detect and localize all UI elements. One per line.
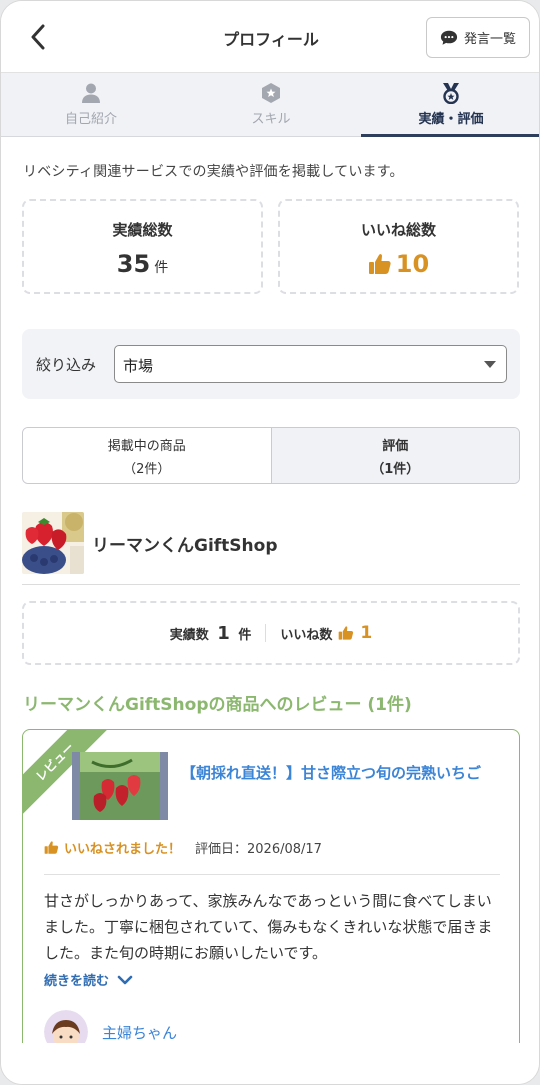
divider <box>44 874 500 875</box>
like-status-row: いいねされました！ 評価日：2026/08/17 <box>44 838 322 857</box>
filter-selected-value: 市場 <box>123 357 154 375</box>
tab-label: 実績・評価 <box>418 112 484 127</box>
filter-label: 絞り込み <box>36 356 97 374</box>
tab-achievements[interactable]: 実績・評価 <box>361 73 539 137</box>
intro-text: リベシティ関連サービスでの実績や評価を掲載しています。 <box>23 164 404 180</box>
segment-label: 掲載中の商品 <box>107 438 186 454</box>
total-achievements-label: 実績総数 <box>112 221 173 239</box>
total-achievements-unit: 件 <box>154 260 169 276</box>
shop-likes-value: 1 <box>360 623 373 643</box>
shop-thumbnail <box>22 512 84 574</box>
liked-badge: いいねされました！ <box>44 838 181 857</box>
tab-self-intro[interactable]: 自己紹介 <box>1 73 181 136</box>
thumbs-up-icon <box>368 254 391 274</box>
total-achievements-card: 実績総数 35 件 <box>22 199 263 294</box>
segment-reviews[interactable]: 評価 （1件） <box>270 428 519 483</box>
shop-likes: いいね数 1 <box>280 623 372 643</box>
app-header: プロフィール 発言一覧 <box>1 1 539 73</box>
product-title-link[interactable]: 【朝採れ直送！】甘さ際立つ旬の完熟いちご <box>181 760 505 786</box>
read-more-label: 続きを読む <box>44 974 110 989</box>
hexagon-star-icon <box>262 83 280 103</box>
tab-skills[interactable]: スキル <box>181 73 361 136</box>
segment-count: （2件） <box>123 461 171 477</box>
divider <box>265 624 267 642</box>
reviewer-name: 主婦ちゃん <box>102 1023 178 1042</box>
read-more-link[interactable]: 続きを読む <box>44 970 133 989</box>
review-card: レビュー 【朝採れ直送！】甘さ際立つ旬の完熟いちご いいねされました！ 評価日： <box>22 729 520 1059</box>
shop-name: リーマンくんGiftShop <box>92 535 278 556</box>
segment-count: （1件） <box>371 461 420 477</box>
filter-panel: 絞り込み 市場 <box>22 329 520 399</box>
shop-achievements-label: 実績数 <box>169 627 209 643</box>
shop-likes-label: いいね数 <box>280 627 333 643</box>
posts-list-label: 発言一覧 <box>463 32 516 47</box>
shop-row[interactable]: リーマンくんGiftShop <box>22 512 278 574</box>
filter-select[interactable]: 市場 <box>114 345 507 383</box>
tab-label: スキル <box>251 112 291 127</box>
posts-list-button[interactable]: 発言一覧 <box>426 17 530 58</box>
review-section-heading: リーマンくんGiftShopの商品へのレビュー (1件) <box>23 695 412 715</box>
caret-down-icon <box>484 361 496 368</box>
review-segment-control: 掲載中の商品 （2件） 評価 （1件） <box>22 427 520 484</box>
liked-text: いいねされました！ <box>64 842 182 857</box>
thumbs-up-icon <box>339 626 354 640</box>
bottom-mask <box>1 1043 539 1084</box>
divider <box>22 584 520 585</box>
total-achievements-value-row: 35 件 <box>24 250 261 278</box>
person-icon <box>82 83 100 103</box>
review-date: 評価日：2026/08/17 <box>195 842 322 857</box>
total-likes-label: いいね総数 <box>360 221 436 239</box>
total-likes-value-row: 10 <box>280 250 517 278</box>
total-achievements-value: 35 <box>116 250 151 278</box>
thumbs-up-icon <box>44 841 59 854</box>
product-image[interactable] <box>72 752 168 820</box>
profile-tabs: 自己紹介 スキル 実績・評価 <box>1 73 539 137</box>
phone-screen: プロフィール 発言一覧 自己紹介 スキル 実績・評価 リベシティ関連サービスでの… <box>0 0 540 1085</box>
shop-achievements-value: 1 <box>217 622 230 644</box>
segment-listed-products[interactable]: 掲載中の商品 （2件） <box>23 428 271 483</box>
medal-icon <box>443 83 459 104</box>
speech-bubble-icon <box>440 30 458 45</box>
total-likes-value: 10 <box>395 250 430 278</box>
total-likes-card: いいね総数 10 <box>278 199 519 294</box>
chevron-down-icon <box>117 975 133 984</box>
review-body: 甘さがしっかりあって、家族みんなであっという間に食べてしまいました。丁寧に梱包さ… <box>44 892 493 962</box>
shop-achievements: 実績数 1 件 <box>170 623 252 644</box>
shop-stats: 実績数 1 件 いいね数 1 <box>22 601 520 665</box>
segment-label: 評価 <box>382 438 409 454</box>
tab-label: 自己紹介 <box>64 112 117 127</box>
shop-achievements-unit: 件 <box>238 627 252 643</box>
